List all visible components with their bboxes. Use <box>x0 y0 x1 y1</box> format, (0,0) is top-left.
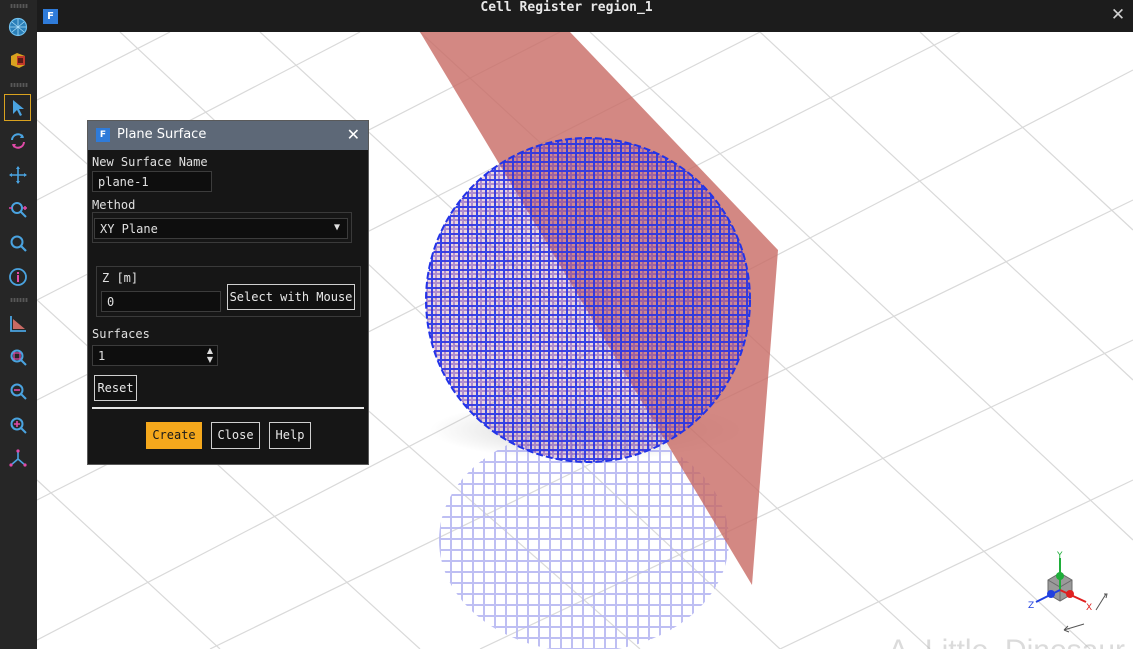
window-close-button[interactable]: ✕ <box>1109 6 1127 24</box>
dialog-title: Plane Surface <box>117 127 207 142</box>
orientation-triad[interactable]: Y X Z <box>1024 550 1116 642</box>
toolbar-grip[interactable] <box>10 4 28 8</box>
dialog-separator <box>92 407 364 409</box>
plane-icon[interactable] <box>5 310 31 336</box>
dialog-logo-icon: F <box>96 128 110 142</box>
surface-name-label: New Surface Name <box>92 155 208 169</box>
create-button[interactable]: Create <box>146 422 202 449</box>
triad-y-label: Y <box>1056 551 1063 561</box>
axes-icon[interactable] <box>5 446 31 472</box>
reset-button[interactable]: Reset <box>94 375 137 401</box>
part-icon[interactable] <box>5 47 31 73</box>
toolbar-grip[interactable] <box>10 83 28 87</box>
triad-rotate-arrow-icon <box>1095 593 1108 611</box>
triad-x-label: X <box>1086 603 1092 613</box>
z-value-input[interactable]: 0 <box>101 291 221 312</box>
spin-up-icon[interactable]: ▲ <box>205 347 215 355</box>
pan-icon[interactable] <box>5 162 31 188</box>
mesh-sphere-icon[interactable] <box>5 14 31 40</box>
plane-surface-dialog: F Plane Surface ✕ New Surface Name plane… <box>87 120 369 465</box>
triad-z-label: Z <box>1028 601 1034 611</box>
surfaces-count-input[interactable]: 1 <box>92 345 218 366</box>
help-button[interactable]: Help <box>269 422 311 449</box>
surfaces-label: Surfaces <box>92 327 150 341</box>
select-with-mouse-button[interactable]: Select with Mouse <box>227 284 355 310</box>
toolbar-grip[interactable] <box>10 298 28 302</box>
method-select-value: XY Plane <box>100 222 158 236</box>
info-icon[interactable] <box>5 264 31 290</box>
surface-name-input[interactable]: plane-1 <box>92 171 212 192</box>
z-label: Z [m] <box>102 271 139 285</box>
triad-rotate-arrow-icon <box>1063 623 1085 633</box>
dialog-title-bar[interactable]: F Plane Surface ✕ <box>88 121 368 150</box>
zoom-icon[interactable] <box>5 230 31 256</box>
zoom-plus-icon[interactable] <box>5 196 31 222</box>
zoom-fit-icon[interactable] <box>5 412 31 438</box>
window-title: Cell Register region_1 <box>480 0 653 15</box>
zoom-out-icon[interactable] <box>5 378 31 404</box>
dialog-close-button[interactable]: ✕ <box>347 125 360 144</box>
method-label: Method <box>92 198 136 212</box>
spin-down-icon[interactable]: ▼ <box>205 356 215 364</box>
zoom-box-icon[interactable] <box>5 344 31 370</box>
method-select[interactable]: XY Plane ▼ <box>94 218 348 239</box>
select-cursor-icon[interactable] <box>4 94 31 121</box>
left-toolbar <box>0 0 37 649</box>
rotate-icon[interactable] <box>5 128 31 154</box>
window-title-bar: F Cell Register region_1 ✕ <box>0 0 1133 32</box>
close-button[interactable]: Close <box>211 422 260 449</box>
chevron-down-icon: ▼ <box>333 222 340 233</box>
